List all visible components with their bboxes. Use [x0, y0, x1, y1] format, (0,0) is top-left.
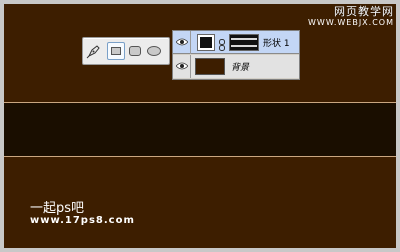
layer-thumbnail[interactable] — [197, 34, 215, 51]
watermark-url: www.17ps8.com — [30, 215, 135, 226]
document-frame: 形状 1 背景 一起ps吧 www.17ps8.com 网页教学网 WWW.WE… — [0, 0, 400, 252]
watermark-site-name: 一起ps吧 — [30, 201, 85, 216]
pen-icon[interactable] — [86, 43, 102, 59]
link-icon[interactable] — [218, 36, 226, 51]
dark-shape-band[interactable] — [4, 102, 396, 157]
watermark-url: WWW.WEBJX.COM — [308, 18, 394, 27]
rounded-rectangle-icon[interactable] — [127, 43, 143, 59]
rectangle-icon[interactable] — [107, 42, 125, 60]
eye-icon[interactable] — [173, 31, 191, 54]
layer-name: 背景 — [231, 63, 250, 73]
watermark-bottom: 一起ps吧 www.17ps8.com — [30, 202, 135, 226]
ellipse-icon[interactable] — [146, 43, 162, 59]
shape-tool-options — [82, 37, 170, 65]
canvas[interactable]: 形状 1 背景 一起ps吧 www.17ps8.com — [4, 4, 396, 248]
layer-name: 形状 1 — [263, 39, 290, 49]
layer-thumbnail[interactable] — [195, 58, 225, 75]
eye-icon[interactable] — [173, 55, 191, 78]
watermark-top: 网页教学网 WWW.WEBJX.COM — [308, 6, 394, 27]
layers-panel: 形状 1 背景 — [172, 30, 300, 80]
layer-row-background[interactable]: 背景 — [173, 55, 299, 78]
layer-row-shape[interactable]: 形状 1 — [173, 31, 299, 54]
watermark-site-name: 网页教学网 — [334, 5, 394, 18]
vector-mask-thumbnail[interactable] — [229, 34, 259, 51]
